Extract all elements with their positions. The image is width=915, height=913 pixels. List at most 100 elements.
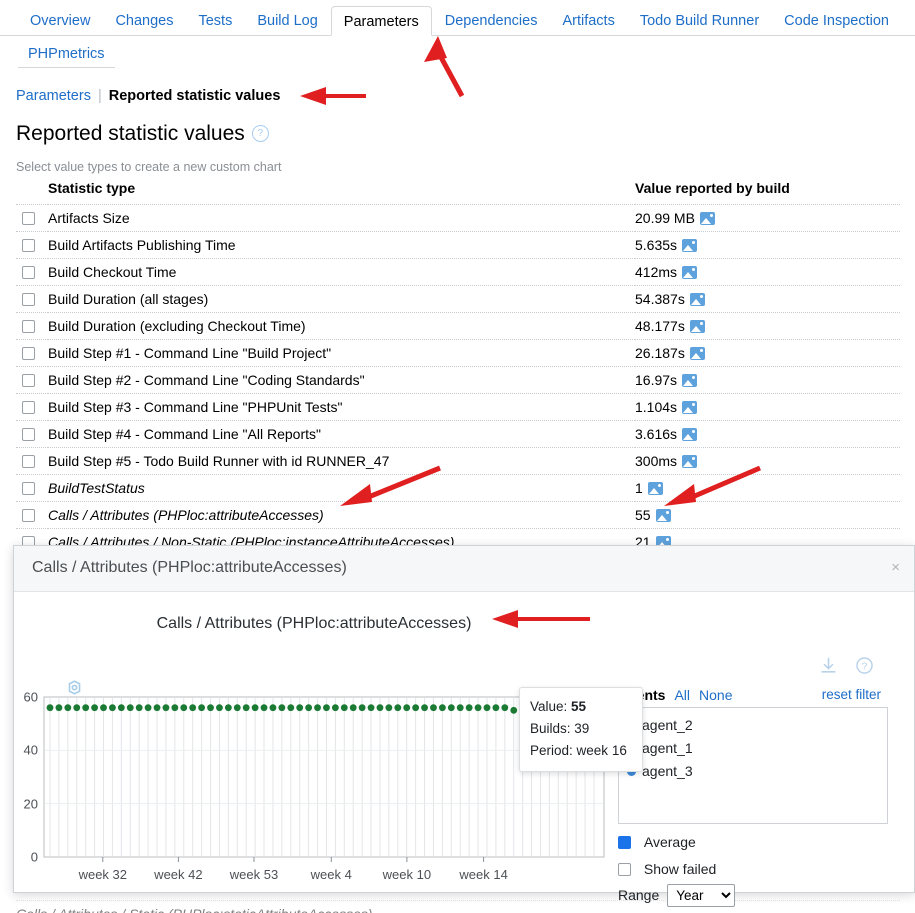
- table-row[interactable]: Build Step #3 - Command Line "PHPUnit Te…: [16, 393, 900, 421]
- chart-data-point[interactable]: [421, 704, 428, 712]
- row-checkbox[interactable]: [22, 482, 35, 495]
- table-row[interactable]: Build Step #4 - Command Line "All Report…: [16, 420, 900, 448]
- chart-data-point[interactable]: [376, 704, 384, 712]
- chart-data-point[interactable]: [180, 704, 188, 712]
- tab-parameters[interactable]: Parameters: [330, 6, 432, 36]
- chart-data-point[interactable]: [73, 704, 81, 712]
- table-row[interactable]: Build Artifacts Publishing Time 5.635s: [16, 231, 900, 259]
- tab-tests[interactable]: Tests: [186, 6, 244, 36]
- table-row[interactable]: Calls / Attributes (PHPloc:attributeAcce…: [16, 501, 900, 529]
- chart-data-point[interactable]: [438, 704, 446, 712]
- chart-data-point[interactable]: [242, 704, 250, 712]
- row-checkbox[interactable]: [22, 347, 35, 360]
- chart-data-point[interactable]: [331, 704, 339, 712]
- row-checkbox[interactable]: [22, 455, 35, 468]
- chart-thumbnail-icon[interactable]: [682, 239, 698, 252]
- chart-data-point[interactable]: [483, 704, 491, 712]
- agents-none-link[interactable]: None: [699, 687, 732, 703]
- reset-filter-link[interactable]: reset filter: [822, 687, 881, 702]
- chart-data-point[interactable]: [224, 704, 232, 712]
- question-mark-icon[interactable]: ?: [251, 125, 269, 142]
- tab-changes[interactable]: Changes: [103, 6, 185, 36]
- show-failed-label[interactable]: Show failed: [644, 861, 716, 877]
- chart-thumbnail-icon[interactable]: [655, 509, 671, 522]
- tab-code-inspection[interactable]: Code Inspection: [772, 6, 901, 36]
- table-row[interactable]: Build Step #1 - Command Line "Build Proj…: [16, 339, 900, 367]
- chart-data-point[interactable]: [269, 704, 277, 712]
- chart-data-point[interactable]: [64, 704, 72, 712]
- chart-data-point[interactable]: [358, 704, 366, 712]
- chart-data-point[interactable]: [260, 704, 268, 712]
- chart-thumbnail-icon[interactable]: [689, 347, 705, 360]
- chart-data-point[interactable]: [135, 704, 143, 712]
- row-checkbox[interactable]: [22, 428, 35, 441]
- tab-build-log[interactable]: Build Log: [245, 6, 329, 36]
- tab-overview[interactable]: Overview: [18, 6, 102, 36]
- chart-data-point[interactable]: [403, 704, 411, 712]
- chart-thumbnail-icon[interactable]: [682, 374, 698, 387]
- row-checkbox[interactable]: [22, 266, 35, 279]
- agent-list-item[interactable]: agent_1: [627, 737, 879, 760]
- chart-data-point[interactable]: [82, 704, 90, 712]
- row-checkbox[interactable]: [22, 401, 35, 414]
- row-checkbox[interactable]: [22, 212, 35, 225]
- chart-data-point[interactable]: [287, 704, 295, 712]
- download-icon[interactable]: [819, 656, 838, 675]
- table-row[interactable]: Build Step #2 - Command Line "Coding Sta…: [16, 366, 900, 394]
- chart-data-point[interactable]: [278, 704, 286, 712]
- tab-dependencies[interactable]: Dependencies: [433, 6, 550, 36]
- chart-data-point[interactable]: [91, 704, 98, 712]
- chart-data-point[interactable]: [465, 704, 473, 712]
- chart-thumbnail-icon[interactable]: [699, 212, 715, 225]
- table-row[interactable]: Build Checkout Time 412ms: [16, 258, 900, 286]
- chart-thumbnail-icon[interactable]: [682, 266, 698, 279]
- show-failed-checkbox[interactable]: [618, 863, 631, 876]
- agents-list[interactable]: agent_2 agent_1 agent_3: [618, 707, 888, 824]
- chart-data-point[interactable]: [153, 704, 161, 712]
- chart-data-point[interactable]: [474, 704, 482, 712]
- chart-data-point[interactable]: [305, 704, 313, 712]
- chart-data-point[interactable]: [144, 704, 152, 712]
- table-row[interactable]: Artifacts Size 20.99 MB: [16, 204, 900, 232]
- gear-icon[interactable]: [67, 680, 82, 695]
- chart-thumbnail-icon[interactable]: [689, 293, 705, 306]
- row-checkbox[interactable]: [22, 293, 35, 306]
- chart-data-point[interactable]: [171, 704, 179, 712]
- chart-data-point[interactable]: [100, 704, 107, 712]
- chart-data-point[interactable]: [198, 704, 206, 712]
- chart-data-point[interactable]: [46, 704, 54, 712]
- chart-data-point[interactable]: [296, 704, 304, 712]
- tab-artifacts[interactable]: Artifacts: [550, 6, 626, 36]
- chart-data-point[interactable]: [216, 704, 223, 712]
- chart-data-point[interactable]: [117, 704, 125, 712]
- chart-data-point[interactable]: [323, 704, 330, 712]
- chart-data-point[interactable]: [207, 704, 214, 712]
- table-row[interactable]: BuildTestStatus 1: [16, 474, 900, 502]
- chart-data-point[interactable]: [447, 704, 455, 712]
- table-row[interactable]: Build Duration (excluding Checkout Time)…: [16, 312, 900, 340]
- agents-all-link[interactable]: All: [674, 687, 690, 703]
- chart-data-point[interactable]: [510, 706, 518, 714]
- row-checkbox[interactable]: [22, 374, 35, 387]
- average-label[interactable]: Average: [644, 834, 696, 850]
- chart-data-point[interactable]: [367, 704, 375, 712]
- chart-thumbnail-icon[interactable]: [682, 455, 698, 468]
- chart-data-point[interactable]: [430, 704, 437, 712]
- average-checkbox[interactable]: [618, 836, 631, 849]
- tab-todo-build-runner[interactable]: Todo Build Runner: [628, 6, 771, 36]
- chart-data-point[interactable]: [501, 704, 509, 712]
- chart-data-point[interactable]: [385, 704, 393, 712]
- chart-data-point[interactable]: [109, 704, 116, 712]
- chart-thumbnail-icon[interactable]: [682, 401, 698, 414]
- chart-thumbnail-icon[interactable]: [682, 428, 698, 441]
- range-select[interactable]: DayWeekMonthYear: [667, 884, 736, 907]
- chart-data-point[interactable]: [340, 704, 348, 712]
- question-mark-icon[interactable]: ?: [855, 656, 874, 675]
- chart-data-point[interactable]: [349, 704, 357, 712]
- chart-data-point[interactable]: [394, 704, 402, 712]
- tab-phpmetrics[interactable]: PHPmetrics: [18, 40, 115, 68]
- chart-data-point[interactable]: [126, 704, 134, 712]
- chart-data-point[interactable]: [492, 704, 500, 712]
- chart-data-point[interactable]: [251, 704, 259, 712]
- close-icon[interactable]: ×: [891, 560, 900, 576]
